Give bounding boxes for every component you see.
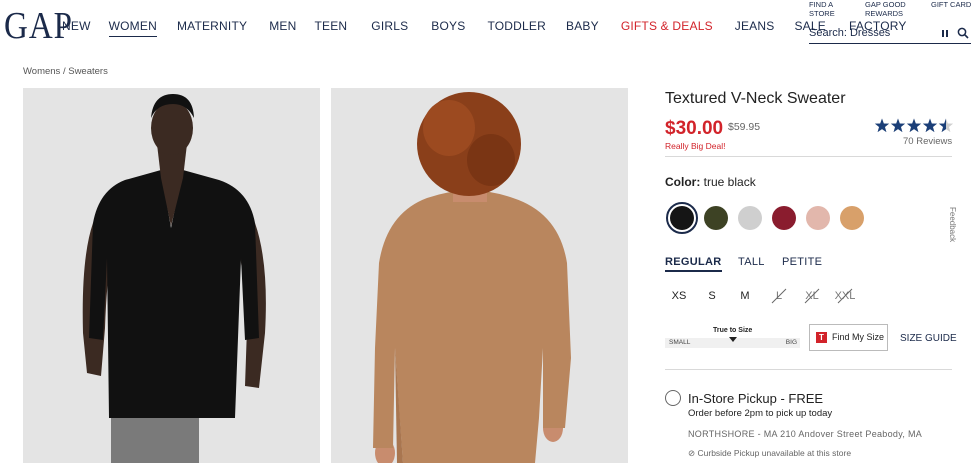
star-filled-icon (874, 118, 890, 133)
find-store-link[interactable]: FIND A STORE (809, 0, 835, 18)
divider (665, 156, 952, 157)
search-input[interactable]: Search: Dresses (809, 27, 890, 39)
true-fit-icon: T (816, 332, 827, 343)
pause-icon[interactable] (942, 30, 948, 37)
product-photo-front[interactable] (23, 88, 320, 463)
pickup-subtitle: Order before 2pm to pick up today (688, 408, 833, 419)
star-rating[interactable] (874, 118, 954, 134)
nav-item-women[interactable]: WOMEN (108, 19, 157, 37)
true-to-size-title: True to Size (713, 327, 753, 334)
breadcrumb-separator: / (62, 66, 66, 77)
breadcrumb-sweaters[interactable]: Sweaters (68, 66, 108, 77)
pickup-radio[interactable] (665, 390, 681, 406)
pickup-store[interactable]: NORTHSHORE - MA 210 Andover Street Peabo… (688, 429, 922, 439)
original-price: $59.95 (728, 121, 761, 133)
star-filled-icon (906, 118, 922, 133)
model-back-image (331, 88, 628, 463)
nav-item-baby[interactable]: BABY (566, 19, 599, 37)
nav-item-toddler[interactable]: TODDLER (487, 19, 546, 37)
nav-item-boys[interactable]: BOYS (431, 19, 465, 37)
gap-good-line2: REWARDS (865, 8, 904, 18)
sale-price: $30.00 (665, 118, 724, 139)
curbside-text: Curbside Pickup unavailable at this stor… (697, 448, 852, 458)
color-label-key: Color: (665, 175, 701, 189)
star-filled-icon (890, 118, 906, 133)
nav-item-men[interactable]: MEN (269, 19, 296, 37)
color-swatch[interactable] (666, 202, 698, 234)
true-to-size-small: SMALL (669, 339, 691, 346)
size-option-s[interactable]: S (700, 290, 724, 302)
find-my-size-button[interactable]: T Find My Size (809, 324, 888, 351)
star-filled-icon (922, 118, 938, 133)
size-option-xl[interactable]: XL (800, 290, 824, 302)
color-swatch[interactable] (772, 206, 796, 230)
nav-item-teen[interactable]: TEEN (314, 19, 347, 37)
nav-item-girls[interactable]: GIRLS (371, 19, 408, 37)
true-to-size-big: BIG (785, 339, 797, 346)
site-header: GAP NEW WOMEN MATERNITY MEN TEEN GIRLS BOYS TOD… (0, 0, 975, 54)
deal-label: Really Big Deal! (665, 141, 726, 151)
model-front-image (23, 88, 320, 463)
color-swatch[interactable] (806, 206, 830, 230)
find-my-size-label: Find My Size (832, 332, 885, 342)
find-store-line2: STORE (809, 8, 835, 18)
true-to-size-marker (729, 337, 737, 342)
nav-item-maternity[interactable]: MATERNITY (177, 19, 247, 37)
breadcrumb-womens[interactable]: Womens (23, 66, 60, 77)
gap-good-rewards-link[interactable]: GAP GOOD REWARDS (865, 0, 906, 18)
size-option-xxl[interactable]: XXL (833, 290, 857, 302)
fit-tab-regular[interactable]: REGULAR (665, 256, 722, 272)
feedback-tab[interactable]: Feedback (948, 207, 957, 242)
pickup-title: In-Store Pickup - FREE (688, 391, 824, 406)
size-guide-link[interactable]: SIZE GUIDE (900, 333, 957, 344)
product-title: Textured V-Neck Sweater (665, 90, 846, 107)
fit-tab-tall[interactable]: TALL (738, 256, 765, 268)
search-icon[interactable] (957, 27, 969, 39)
nav-item-jeans[interactable]: JEANS (735, 19, 775, 37)
size-option-l[interactable]: L (767, 290, 791, 302)
true-to-size-meter: True to Size SMALL BIG (665, 327, 800, 351)
main-nav: NEW WOMEN MATERNITY MEN TEEN GIRLS BOYS TODDLER… (62, 19, 907, 37)
color-swatch[interactable] (738, 206, 762, 230)
gift-card-link[interactable]: GIFT CARD (931, 0, 971, 10)
breadcrumb: Womens / Sweaters (23, 66, 108, 77)
check-circle-icon: ⊘ (688, 448, 696, 458)
divider (665, 369, 952, 370)
product-photo-back[interactable] (331, 88, 628, 463)
size-option-xs[interactable]: XS (667, 290, 691, 302)
nav-item-gifts-deals[interactable]: GIFTS & DEALS (621, 19, 713, 37)
color-label: Color: true black (665, 175, 756, 189)
size-option-m[interactable]: M (733, 290, 757, 302)
reviews-link[interactable]: 70 Reviews (903, 136, 952, 147)
fit-tab-petite[interactable]: PETITE (782, 256, 822, 268)
color-value: true black (703, 175, 756, 189)
color-swatch[interactable] (704, 206, 728, 230)
curbside-note: ⊘ Curbside Pickup unavailable at this st… (688, 448, 851, 459)
nav-item-new[interactable]: NEW (62, 19, 91, 37)
color-swatch[interactable] (840, 206, 864, 230)
search-box[interactable]: Search: Dresses (809, 26, 971, 44)
